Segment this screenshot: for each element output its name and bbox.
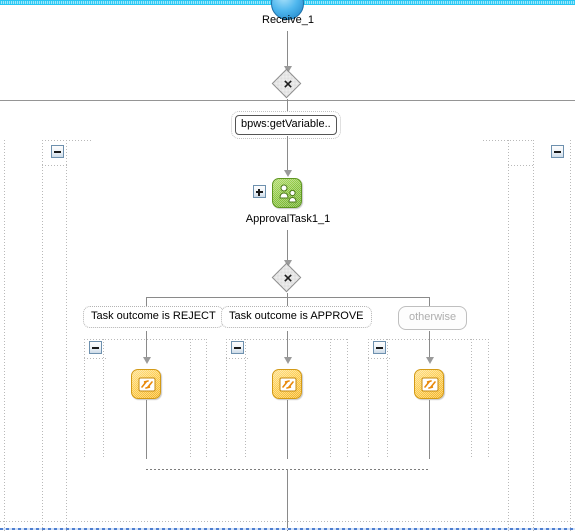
- human-task-icon[interactable]: [272, 178, 302, 208]
- branch-condition-chip-1[interactable]: Task outcome is REJECT: [83, 306, 224, 328]
- connector-branch-1-out: [146, 400, 147, 459]
- outer-scope-right-header-bottom: [508, 165, 533, 166]
- human-task-label: ApprovalTask1_1: [245, 213, 331, 225]
- assign-glyph-1: [138, 377, 156, 392]
- arrow-branch-3: [426, 357, 434, 364]
- branch-scope-1-inner-right: [190, 339, 191, 459]
- branch-scope-1-top: [84, 339, 206, 340]
- branch-scope-3-right-border: [488, 339, 489, 459]
- outer-scope-far-right-border: [533, 140, 534, 531]
- branch-scope-3-inner-right: [471, 339, 472, 459]
- scope-collapse-toggle-right[interactable]: [551, 145, 564, 158]
- connector-branch-3-out: [429, 400, 430, 459]
- assign-glyph-2: [279, 377, 297, 392]
- human-task-glyph: [279, 184, 297, 203]
- branch-scope-3-inner-left: [387, 339, 388, 459]
- assign-icon-2[interactable]: [272, 369, 302, 399]
- branch-scope-1-inner-left: [103, 339, 104, 459]
- switch-bottom-node[interactable]: ×: [271, 262, 303, 294]
- branch-scope-1-right-border: [206, 339, 207, 459]
- branch-scope-3-left-border: [368, 339, 369, 459]
- branch-condition-chip-2[interactable]: Task outcome is APPROVE: [221, 306, 372, 328]
- arrow-expression-to-task: [284, 170, 292, 177]
- connector-branch-3: [429, 331, 430, 360]
- branch-scope-2-left-border: [226, 339, 227, 459]
- branch-collapse-toggle-3[interactable]: [373, 341, 386, 354]
- switch-top-glyph: ×: [283, 76, 293, 93]
- connector-branch-2-out: [287, 400, 288, 459]
- connector-branch-1: [146, 331, 147, 360]
- branch-scope-3-header-bottom: [368, 358, 390, 359]
- connector-task-to-switch: [287, 230, 288, 264]
- branch-scope-2-top: [226, 339, 347, 340]
- assign-icon-3[interactable]: [414, 369, 444, 399]
- receive-node-label: Receive_1: [262, 14, 314, 26]
- bottom-selection-dash: [0, 528, 575, 530]
- human-task-expand-toggle[interactable]: [253, 185, 266, 198]
- branch-collapse-toggle-1[interactable]: [89, 341, 102, 354]
- branch-collapse-toggle-2[interactable]: [231, 341, 244, 354]
- outer-scope-right-border: [508, 140, 509, 531]
- branch-scope-3-top: [368, 339, 488, 340]
- switch-top-node[interactable]: ×: [271, 68, 303, 100]
- branch-condition-label-1: Task outcome is REJECT: [83, 306, 224, 328]
- arrow-branch-1: [143, 357, 151, 364]
- outer-scope-far-left-border: [42, 140, 43, 531]
- branch-merge-bar: [146, 469, 430, 470]
- outer-scope-edge-right-border: [570, 140, 571, 531]
- branch-condition-chip-3[interactable]: otherwise: [398, 306, 468, 330]
- scope-collapse-toggle-left[interactable]: [51, 145, 64, 158]
- connector-branch-2: [287, 331, 288, 360]
- switch-bottom-glyph: ×: [283, 270, 293, 287]
- condition-expression-text: bpws:getVariable..: [235, 115, 337, 135]
- branch-condition-label-2: Task outcome is APPROVE: [221, 306, 372, 328]
- outer-scope-left-header-bottom: [42, 165, 67, 166]
- assign-glyph-3: [421, 377, 439, 392]
- condition-expression-chip[interactable]: bpws:getVariable..: [231, 111, 341, 139]
- branch-scope-2-inner-left: [245, 339, 246, 459]
- branch-scope-1-header-bottom: [84, 358, 106, 359]
- outer-scope-left-border: [66, 140, 67, 531]
- connector-expression-to-task: [287, 136, 288, 171]
- outer-scope-left-header-top: [42, 140, 92, 141]
- arrow-branch-2: [284, 357, 292, 364]
- branch-split-bar: [146, 297, 430, 298]
- bpel-diagram-canvas: Receive_1 × bpws:getVariable.. ApprovalT…: [0, 0, 575, 531]
- branch-scope-1-left-border: [84, 339, 85, 459]
- branch-scope-2-right-border: [347, 339, 348, 459]
- assign-icon-1[interactable]: [131, 369, 161, 399]
- connector-receive-to-switch: [287, 31, 288, 68]
- branch-condition-label-3: otherwise: [398, 306, 468, 330]
- outer-scope-edge-left-border: [4, 140, 5, 531]
- branch-scope-2-inner-right: [330, 339, 331, 459]
- branch-scope-2-header-bottom: [226, 358, 248, 359]
- outer-scope-right-header-top: [483, 140, 533, 141]
- bottom-scope-border: [0, 521, 575, 522]
